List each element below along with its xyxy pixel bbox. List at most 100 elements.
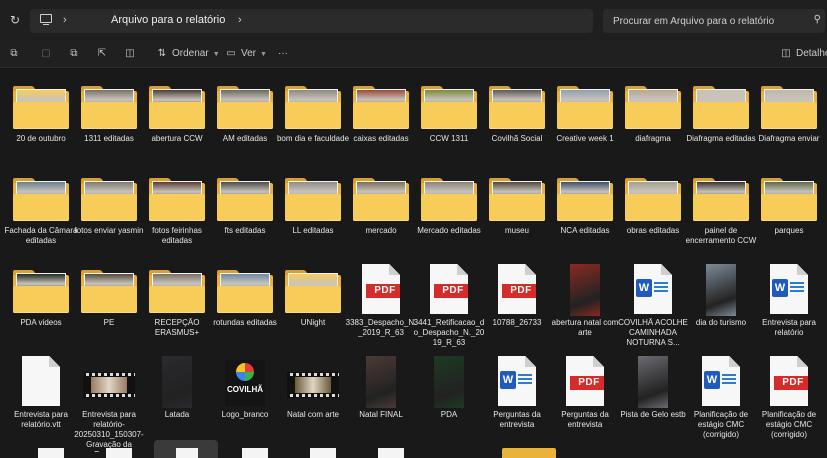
file-item[interactable]: museu <box>484 162 550 260</box>
file-name: dia do turismo <box>695 318 747 327</box>
file-item[interactable]: Mercado editadas <box>416 162 482 260</box>
sort-button[interactable]: ⇅ Ordenar ▼ <box>156 46 220 62</box>
file-item[interactable]: diafragma <box>620 70 686 168</box>
file-item[interactable]: 20 de outubro <box>8 70 74 168</box>
file-item[interactable]: UNight <box>280 254 346 352</box>
breadcrumb-current-folder[interactable]: Arquivo para o relatório <box>111 14 225 26</box>
file-item[interactable]: Natal FINAL <box>348 346 414 444</box>
file-item[interactable]: PDF 3441_Retificacao_do_Despacho_N._2019_… <box>414 254 484 352</box>
folder-icon <box>348 80 414 134</box>
image-thumbnail <box>620 356 686 410</box>
view-icon: ▭ <box>226 48 236 59</box>
folder-icon <box>76 172 142 226</box>
file-item[interactable]: mercado <box>348 162 414 260</box>
details-button[interactable]: ◫ Detalhes <box>780 46 827 62</box>
file-item[interactable]: PDF Perguntas da entrevista <box>552 346 618 444</box>
file-item[interactable]: caixas editadas <box>348 70 414 168</box>
file-item[interactable]: LL editadas <box>280 162 346 260</box>
file-item[interactable]: CCW 1311 <box>416 70 482 168</box>
file-item[interactable]: PDA <box>416 346 482 444</box>
file-item[interactable]: fotos enviar yasmin <box>75 162 143 260</box>
file-name: mercado <box>365 226 397 235</box>
file-item[interactable]: Fachada da Câmara editadas <box>5 162 77 260</box>
file-item[interactable]: obras editadas <box>620 162 686 260</box>
search-input[interactable] <box>613 13 798 29</box>
refresh-icon[interactable]: ↻ <box>10 13 20 27</box>
file-item[interactable]: painel de encerramento CCW <box>686 162 756 260</box>
file-item[interactable]: abertura CCW <box>144 70 210 168</box>
file-item[interactable]: parques <box>756 162 822 260</box>
folder-icon <box>688 80 754 134</box>
folder-icon <box>484 80 550 134</box>
file-item[interactable]: AM editadas <box>212 70 278 168</box>
folder-icon <box>144 172 210 226</box>
sort-icon: ⇅ <box>157 48 167 59</box>
file-item[interactable]: Diafragma enviar <box>756 70 822 168</box>
folder-icon <box>280 264 346 318</box>
file-item[interactable]: W Planificação de estágio CMC (corrigido) <box>688 346 754 444</box>
file-name: Natal com arte <box>286 410 340 419</box>
selected-file-icon[interactable] <box>154 440 218 458</box>
file-item[interactable]: Pista de Gelo estb <box>620 346 686 444</box>
share-icon[interactable]: ⇱ <box>96 46 108 62</box>
file-name: Perguntas da entrevista <box>493 410 541 429</box>
file-item[interactable]: W COVILHÃ ACOLHE CAMINHADA NOTURNA S... <box>618 254 688 352</box>
file-item[interactable]: PDF Planificação de estágio CMC (corrigid… <box>756 346 822 444</box>
file-item[interactable]: Entrevista para relatório-20250310_15030… <box>74 346 144 452</box>
file-item[interactable]: COVILHÃ Logo_branco <box>212 346 278 444</box>
computer-icon[interactable] <box>40 14 52 26</box>
file-name: fotos feirinhas editadas <box>152 226 202 245</box>
file-item[interactable]: fts editadas <box>212 162 278 260</box>
file-icon[interactable] <box>378 448 404 458</box>
breadcrumb[interactable]: › Arquivo para o relatório › <box>30 9 593 33</box>
delete-icon[interactable]: ◫ <box>124 46 136 62</box>
folder-icon[interactable] <box>502 448 556 458</box>
chevron-right-icon[interactable]: › <box>238 14 242 26</box>
new-item-icon[interactable]: ⧉ <box>8 46 20 62</box>
file-icon[interactable] <box>310 448 336 458</box>
pdf-file-icon: PDF <box>552 356 618 410</box>
search-box[interactable]: ⚲ <box>603 9 825 33</box>
file-name: Entrevista para relatório <box>762 318 816 337</box>
folder-icon <box>8 264 74 318</box>
file-name: painel de encerramento CCW <box>685 226 757 245</box>
file-item[interactable]: PDF 10788_26733 <box>484 254 550 352</box>
file-item[interactable]: RECEPÇÃO ERASMUS+ <box>144 254 210 352</box>
folder-icon <box>416 172 482 226</box>
file-item[interactable]: W Entrevista para relatório <box>756 254 822 352</box>
file-item[interactable]: NCA editadas <box>552 162 618 260</box>
file-item[interactable]: rotundas editadas <box>212 254 278 352</box>
search-icon[interactable]: ⚲ <box>814 14 821 25</box>
more-options-button[interactable]: ··· <box>278 46 288 62</box>
file-item[interactable]: fotos feirinhas editadas <box>144 162 210 260</box>
file-item[interactable]: Covilhã Social <box>484 70 550 168</box>
copy-icon[interactable]: ⧉ <box>68 46 80 62</box>
file-item[interactable]: PDF 3383_Despacho_N._2019_R_63 <box>346 254 416 352</box>
cut-icon[interactable]: ▢ <box>40 46 52 62</box>
file-icon[interactable] <box>38 448 64 458</box>
sort-label: Ordenar <box>172 48 209 59</box>
file-item[interactable]: abertura natal com arte <box>552 254 618 352</box>
file-name: AM editadas <box>222 134 268 143</box>
chevron-right-icon[interactable]: › <box>63 14 67 26</box>
file-item[interactable]: dia do turismo <box>688 254 754 352</box>
folder-icon <box>280 172 346 226</box>
file-item[interactable]: Diafragma editadas <box>686 70 756 168</box>
file-item[interactable]: Natal com arte <box>280 346 346 444</box>
file-icon[interactable] <box>242 448 268 458</box>
file-item[interactable]: Latada <box>144 346 210 444</box>
file-icon[interactable] <box>106 448 132 458</box>
address-bar: ↻ › Arquivo para o relatório › ⚲ <box>0 0 827 40</box>
file-item[interactable]: 1311 editadas <box>76 70 142 168</box>
file-item[interactable]: Creative week 1 <box>552 70 618 168</box>
video-thumbnail <box>76 356 142 410</box>
file-item[interactable]: W Perguntas da entrevista <box>484 346 550 444</box>
view-button[interactable]: ▭ Ver ▼ <box>225 46 267 62</box>
file-name: 20 de outubro <box>16 134 66 143</box>
word-file-icon: W <box>484 356 550 410</box>
file-item[interactable]: PDA videos <box>8 254 74 352</box>
file-name: 10788_26733 <box>492 318 542 327</box>
file-item[interactable]: Entrevista para relatório.vtt <box>8 346 74 444</box>
file-item[interactable]: PE <box>76 254 142 352</box>
file-item[interactable]: bom dia e faculdade <box>277 70 349 168</box>
